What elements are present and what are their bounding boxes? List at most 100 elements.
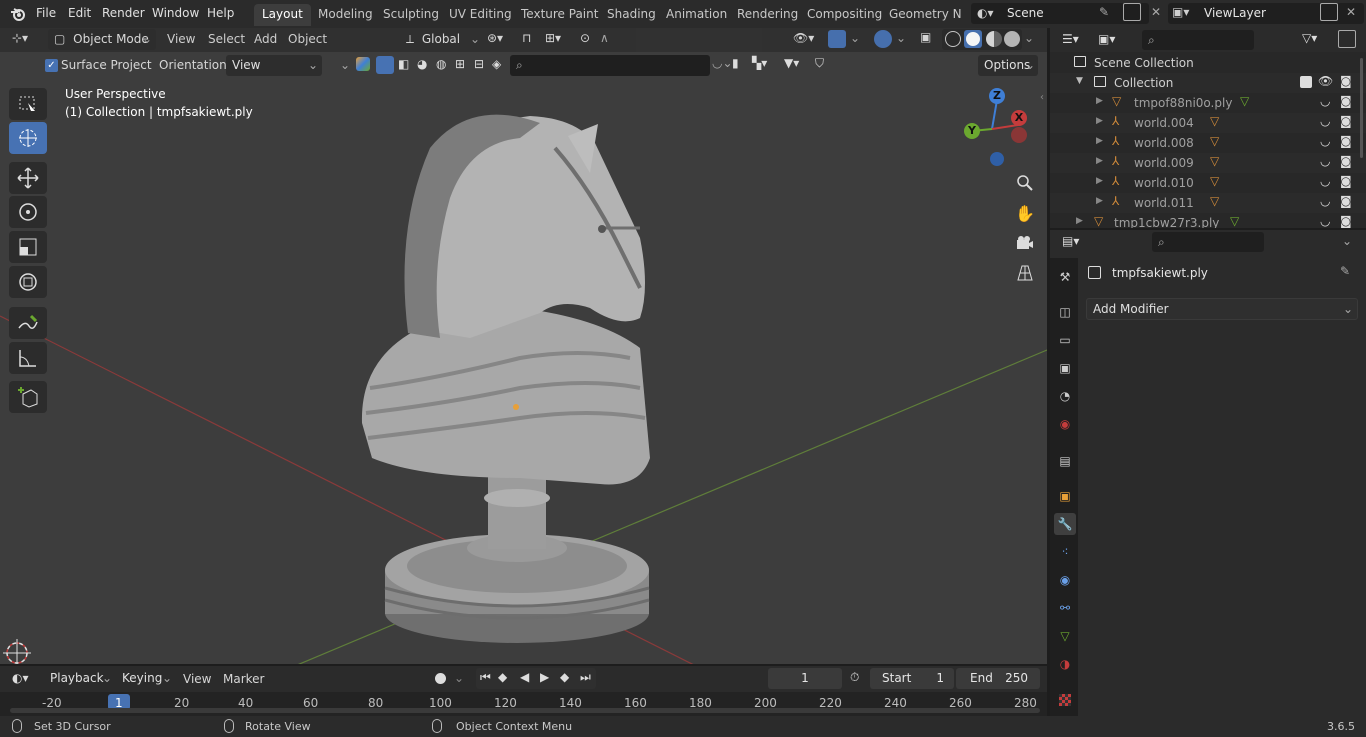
expand-arrow-icon[interactable]: ▼ xyxy=(1076,76,1083,86)
proportional-edit-icon[interactable]: ⊙ xyxy=(580,31,590,45)
camera-render-icon[interactable]: ◙ xyxy=(1340,214,1352,228)
menu-edit[interactable]: Edit xyxy=(68,6,91,20)
menu-select[interactable]: Select xyxy=(208,32,245,46)
annotate-tool[interactable] xyxy=(9,307,47,339)
xray-toggle-icon[interactable]: ▣ xyxy=(920,30,931,44)
options-dropdown[interactable]: Options ⌄ xyxy=(978,55,1038,76)
chevron-down-icon[interactable]: ⌄ xyxy=(340,58,350,72)
snap-filter-icon[interactable]: ⊟ xyxy=(474,57,484,71)
expand-arrow-icon[interactable]: ▶ xyxy=(1096,176,1103,186)
tab-animation[interactable]: Animation xyxy=(658,4,735,26)
menu-help[interactable]: Help xyxy=(207,6,234,20)
expand-arrow-icon[interactable]: ▶ xyxy=(1096,96,1103,106)
overlay-toggle-icon[interactable] xyxy=(874,30,892,48)
pivot-point-icon[interactable]: ⊛▾ xyxy=(487,31,503,45)
rotate-tool[interactable] xyxy=(9,196,47,228)
transform-orientation-dropdown[interactable]: ⟂ Global ⌄ xyxy=(400,29,482,50)
render-tab-icon[interactable]: ◫ xyxy=(1054,301,1076,323)
menu-object[interactable]: Object xyxy=(288,32,327,46)
eye-closed-icon[interactable]: ◡ xyxy=(1320,134,1330,148)
chevron-down-icon[interactable]: ⌄ xyxy=(1342,234,1352,248)
camera-render-icon[interactable]: ◙ xyxy=(1340,74,1352,88)
bookmark-icon[interactable]: ▮ xyxy=(732,56,739,70)
data-tab-icon[interactable]: ▽ xyxy=(1054,625,1076,647)
cursor-tool[interactable] xyxy=(9,122,47,154)
play-icon[interactable]: ▶ xyxy=(540,670,549,684)
snap-icon[interactable]: ⊓ xyxy=(522,31,531,45)
snap-filter-icon[interactable]: ◕ xyxy=(417,57,427,71)
tab-sculpting[interactable]: Sculpting xyxy=(375,4,447,26)
filter-icon[interactable]: ▽▾ xyxy=(1302,31,1317,45)
sidebar-toggle-icon[interactable]: ‹ xyxy=(1040,92,1044,103)
menu-view[interactable]: View xyxy=(183,672,211,686)
perspective-toggle-icon[interactable] xyxy=(1012,260,1038,286)
gizmo-x-axis[interactable]: X xyxy=(1011,110,1027,126)
particles-tab-icon[interactable]: ⁖ xyxy=(1054,541,1076,563)
eye-closed-icon[interactable]: ◡ xyxy=(1320,194,1330,208)
outliner-collection[interactable]: ▼ Collection 👁 ◙ xyxy=(1050,73,1366,93)
filter-mode-icon[interactable]: ◡⌄ xyxy=(712,56,733,70)
filter-icon[interactable]: ▼▾ xyxy=(784,56,799,70)
editor-type-icon[interactable]: ▤▾ xyxy=(1062,234,1079,248)
prev-keyframe-icon[interactable]: ◆ xyxy=(498,670,507,684)
chevron-down-icon[interactable]: ⌄ xyxy=(850,31,860,45)
gizmo-y-axis[interactable]: Y xyxy=(964,123,980,139)
tab-texture-paint[interactable]: Texture Paint xyxy=(513,4,606,26)
expand-arrow-icon[interactable]: ▶ xyxy=(1096,196,1103,206)
mode-dropdown[interactable]: ▢ Object Mode ⌄ xyxy=(48,29,156,50)
wireframe-shading-icon[interactable] xyxy=(945,31,961,47)
menu-marker[interactable]: Marker xyxy=(223,672,264,686)
orientation-dropdown[interactable]: View ⌄ xyxy=(226,55,322,76)
snap-target-icon[interactable]: ⊞▾ xyxy=(545,31,561,45)
outliner-item[interactable]: ▶ ▽ tmp1cbw27r3.ply ▽ ◡ ◙ xyxy=(1050,213,1366,228)
view-layer-tab-icon[interactable]: ▣ xyxy=(1054,357,1076,379)
outliner-item[interactable]: ▶ ⅄ world.011 ▽ ◡ ◙ xyxy=(1050,193,1366,213)
gizmo-toggle-icon[interactable] xyxy=(828,30,846,48)
stopwatch-icon[interactable]: ⏱ xyxy=(850,670,859,685)
pin-icon[interactable]: ✎ xyxy=(1099,5,1109,19)
outliner-item[interactable]: ▶ ▽ tmpof88ni0o.ply ▽ ◡ ◙ xyxy=(1050,93,1366,113)
pin-icon[interactable]: ✎ xyxy=(1340,264,1350,278)
material-shading-icon[interactable] xyxy=(986,31,1002,47)
eye-closed-icon[interactable]: ◡ xyxy=(1320,94,1330,108)
scene-tab-icon[interactable]: ◔ xyxy=(1054,385,1076,407)
outliner-search-input[interactable]: ⌕ xyxy=(1142,30,1254,50)
rendered-shading-icon[interactable] xyxy=(1004,31,1020,47)
tool-settings-tab-icon[interactable]: ⚒ xyxy=(1054,266,1076,288)
remove-view-layer-icon[interactable]: ✕ xyxy=(1346,5,1356,19)
editor-type-icon[interactable]: ◐▾ xyxy=(12,671,29,685)
outliner-scrollbar[interactable] xyxy=(1360,58,1363,158)
measure-tool[interactable] xyxy=(9,342,47,374)
exclude-checkbox[interactable] xyxy=(1300,76,1312,88)
outliner-item[interactable]: ▶ ⅄ world.004 ▽ ◡ ◙ xyxy=(1050,113,1366,133)
outliner-item[interactable]: ▶ ⅄ world.010 ▽ ◡ ◙ xyxy=(1050,173,1366,193)
expand-arrow-icon[interactable]: ▶ xyxy=(1096,116,1103,126)
snap-filter-icon[interactable]: ◧ xyxy=(398,57,409,71)
new-scene-icon[interactable] xyxy=(1123,3,1141,21)
tab-compositing[interactable]: Compositing xyxy=(799,4,890,26)
menu-add[interactable]: Add xyxy=(254,32,277,46)
color-palette-icon[interactable] xyxy=(356,57,370,71)
visibility-icon[interactable]: 👁▾ xyxy=(793,31,814,45)
tab-rendering[interactable]: Rendering xyxy=(729,4,806,26)
tab-modeling[interactable]: Modeling xyxy=(310,4,381,26)
jump-end-icon[interactable]: ⏭ xyxy=(580,670,591,685)
tab-shading[interactable]: Shading xyxy=(599,4,664,26)
expand-arrow-icon[interactable]: ▶ xyxy=(1076,216,1083,226)
keying-dropdown[interactable]: Keying ⌄ xyxy=(116,668,174,689)
camera-render-icon[interactable]: ◙ xyxy=(1340,194,1352,208)
3d-viewport[interactable]: Z Y X User Perspective (1) Collection | … xyxy=(0,28,1047,664)
outliner-scene-collection[interactable]: Scene Collection xyxy=(1050,53,1366,73)
end-frame-field[interactable]: End 250 xyxy=(956,668,1040,689)
scale-tool[interactable] xyxy=(9,231,47,263)
falloff-icon[interactable]: ∧ xyxy=(600,31,609,45)
camera-render-icon[interactable]: ◙ xyxy=(1340,174,1352,188)
output-tab-icon[interactable]: ▭ xyxy=(1054,329,1076,351)
new-collection-icon[interactable] xyxy=(1338,30,1356,48)
tool-search-input[interactable]: ⌕ xyxy=(510,55,710,76)
object-tab-icon[interactable]: ▣ xyxy=(1054,485,1076,507)
eye-closed-icon[interactable]: ◡ xyxy=(1320,174,1330,188)
properties-search-input[interactable]: ⌕ xyxy=(1152,232,1264,252)
constraints-tab-icon[interactable]: ⚯ xyxy=(1054,597,1076,619)
camera-render-icon[interactable]: ◙ xyxy=(1340,154,1352,168)
